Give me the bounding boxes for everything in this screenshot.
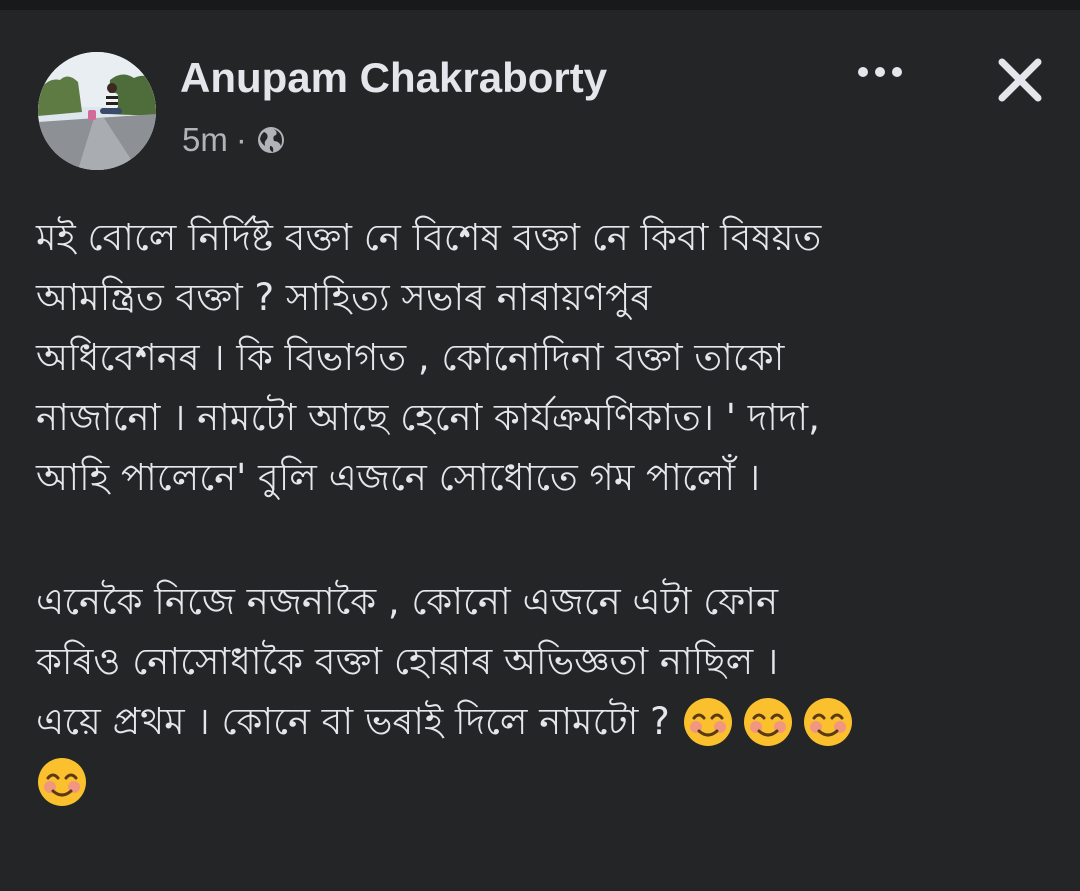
post-header: Anupam Chakraborty 5m · <box>0 10 1080 180</box>
avatar-photo <box>38 52 156 170</box>
meta-separator: · <box>235 121 247 158</box>
top-bar <box>0 0 1080 10</box>
post-text-line: কৰিও নোসোধাকৈ বক্তা হোৱাৰ অভিজ্ঞতা নাছিল… <box>36 640 779 683</box>
more-dots-icon <box>858 67 902 77</box>
smiling-blush-emoji-icon <box>683 698 732 746</box>
close-icon <box>998 58 1042 102</box>
post-text-segment: এয়ে প্ৰথম । কোনে বা ভৰাই দিলে নামটো ? <box>36 700 670 743</box>
globe-icon[interactable] <box>255 124 287 156</box>
smiling-blush-emoji-icon <box>803 698 852 746</box>
avatar[interactable] <box>38 52 156 170</box>
smiling-blush-emoji-icon <box>38 758 86 806</box>
smiling-blush-emoji-icon <box>743 698 792 746</box>
post-text-line-with-emoji: এয়ে প্ৰথম । কোনে বা ভৰাই দিলে নামটো ? <box>36 692 1066 752</box>
post-text-line: নাজানো । নামটো আছে হেনো কাৰ্যক্ৰমণিকাত। … <box>36 396 820 439</box>
post-text-line: এনেকৈ নিজে নজনাকৈ , কোনো এজনে এটা ফোন <box>36 580 779 623</box>
emoji-group <box>682 696 862 748</box>
post-time[interactable]: 5m <box>182 121 228 159</box>
post-text-line: আহি পালেনে' বুলি এজনে সোধোতে গম পালোঁ । <box>36 456 761 499</box>
post-text-line: আমন্ত্ৰিত বক্তা ? সাহিত্য সভাৰ নাৰায়ণপু… <box>36 276 652 319</box>
post-body: মই বোলে নিৰ্দিষ্ট বক্তা নে বিশেষ বক্তা ন… <box>36 208 1066 812</box>
close-button[interactable] <box>990 50 1050 110</box>
post-text-line: মই বোলে নিৰ্দিষ্ট বক্তা নে বিশেষ বক্তা ন… <box>36 216 822 259</box>
post-meta: 5m · <box>182 120 287 160</box>
more-options-button[interactable] <box>850 52 910 92</box>
emoji-line <box>36 752 1066 812</box>
post-text-line: অধিবেশনৰ । কি বিভাগত , কোনোদিনা বক্তা তা… <box>36 336 785 379</box>
author-name[interactable]: Anupam Chakraborty <box>180 52 607 104</box>
